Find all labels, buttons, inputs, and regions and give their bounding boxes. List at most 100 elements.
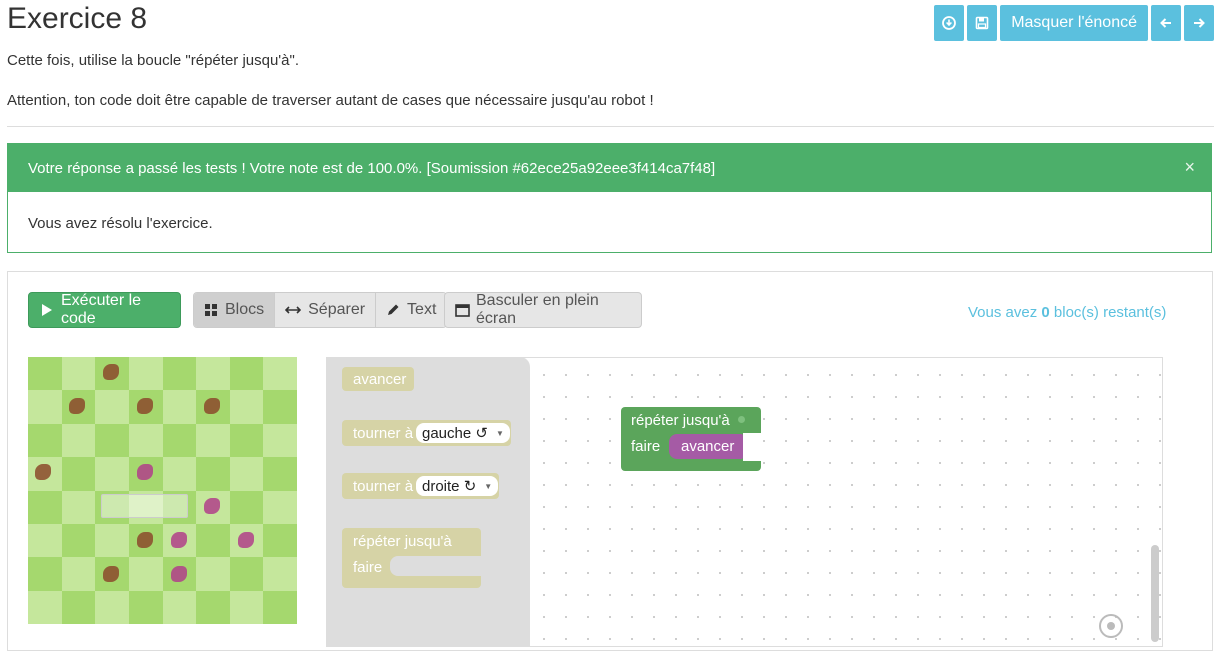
robot-sprite — [101, 494, 188, 518]
game-board — [28, 357, 297, 624]
board-cell — [263, 390, 297, 424]
board-cell — [28, 357, 62, 391]
creature-sprite — [103, 566, 119, 582]
board-cell — [196, 523, 230, 558]
remaining-blocks: Vous avez 0 bloc(s) restant(s) — [968, 304, 1167, 321]
close-icon[interactable]: × — [1184, 157, 1195, 178]
board-cell — [28, 557, 62, 591]
condition-slot-icon — [738, 416, 745, 423]
board-cell — [229, 490, 264, 524]
play-icon — [41, 303, 53, 317]
board-cell — [162, 457, 197, 491]
board-cell — [28, 390, 62, 424]
alert-body: Vous avez résolu l'exercice. — [28, 215, 213, 232]
board-cell — [128, 557, 163, 591]
arrow-left-icon — [1160, 17, 1172, 29]
grid-icon — [204, 303, 218, 317]
board-cell — [263, 557, 297, 591]
run-code-button[interactable]: Exécuter le code — [28, 292, 181, 328]
download-button[interactable] — [934, 5, 965, 41]
board-cell — [162, 390, 197, 424]
board-cell — [263, 590, 297, 624]
board-cell — [196, 557, 230, 591]
window-icon — [455, 303, 470, 317]
toolbox-block-repeat-until[interactable]: répéter jusqu'à faire — [342, 528, 481, 588]
recenter-icon[interactable] — [1099, 614, 1123, 638]
board-cell — [162, 423, 197, 458]
board-cell — [95, 423, 129, 458]
board-cell — [263, 523, 297, 558]
turn-right-dropdown[interactable]: droite ↻ ▼ — [416, 476, 499, 496]
tab-blocks[interactable]: Blocs — [194, 293, 276, 327]
board-cell — [162, 590, 197, 624]
toolbox-block-turn-right[interactable]: tourner à droite ↻ ▼ — [342, 473, 499, 499]
toolbox-block-forward[interactable]: avancer — [342, 367, 414, 391]
tab-text[interactable]: Text — [376, 293, 447, 327]
board-cell — [28, 590, 62, 624]
board-cell — [95, 457, 129, 491]
board-cell — [196, 590, 230, 624]
turn-left-dropdown[interactable]: gauche ↺ ▼ — [416, 423, 510, 443]
previous-button[interactable] — [1151, 5, 1181, 41]
board-cell — [162, 357, 197, 391]
alert-header: Votre réponse a passé les tests ! Votre … — [8, 144, 1211, 192]
creature-sprite — [103, 364, 119, 380]
board-cell — [28, 490, 62, 524]
board-cell — [61, 357, 96, 391]
divider — [7, 126, 1214, 127]
next-button[interactable] — [1184, 5, 1214, 41]
creature-sprite — [238, 532, 254, 548]
board-cell — [229, 357, 264, 391]
page-title: Exercice 8 — [7, 2, 148, 35]
creature-sprite — [35, 464, 51, 480]
split-arrows-icon — [285, 305, 302, 315]
save-button[interactable] — [967, 5, 998, 41]
board-cell — [61, 490, 96, 524]
board-cell — [263, 357, 297, 391]
arrow-right-icon — [1193, 17, 1205, 29]
board-cell — [28, 423, 62, 458]
success-alert: Votre réponse a passé les tests ! Votre … — [7, 143, 1212, 253]
board-cell — [28, 523, 62, 558]
board-cell — [128, 590, 163, 624]
board-cell — [61, 557, 96, 591]
fullscreen-label: Basculer en plein écran — [476, 292, 599, 327]
save-icon — [975, 16, 989, 30]
creature-sprite — [137, 398, 153, 414]
board-cell — [95, 390, 129, 424]
creature-sprite — [137, 464, 153, 480]
board-cell — [95, 523, 129, 558]
board-cell — [196, 423, 230, 458]
alert-message: Votre réponse a passé les tests ! Votre … — [28, 159, 716, 177]
fullscreen-button[interactable]: Basculer en plein écran — [444, 292, 642, 328]
board-cell — [196, 457, 230, 491]
creature-sprite — [171, 532, 187, 548]
remaining-count: 0 — [1041, 304, 1050, 321]
board-cell — [263, 423, 297, 458]
creature-sprite — [137, 532, 153, 548]
board-cell — [229, 557, 264, 591]
creature-sprite — [69, 398, 85, 414]
board-cell — [95, 590, 129, 624]
board-cell — [263, 457, 297, 491]
toolbox-block-turn-left[interactable]: tourner à gauche ↺ ▼ — [342, 420, 511, 446]
run-code-label: Exécuter le code — [61, 292, 142, 327]
board-cell — [128, 357, 163, 391]
statement-line-1: Cette fois, utilise la boucle "répéter j… — [7, 52, 300, 69]
workspace-block-forward[interactable]: avancer — [669, 434, 743, 459]
hide-statement-button[interactable]: Masquer l'énoncé — [1000, 5, 1148, 41]
board-cell — [263, 490, 297, 524]
statement-line-2: Attention, ton code doit être capable de… — [7, 92, 654, 109]
tab-split-label: Séparer — [308, 301, 366, 318]
board-cell — [229, 390, 264, 424]
board-cell — [61, 423, 96, 458]
creature-sprite — [204, 498, 220, 514]
workspace-scrollbar[interactable] — [1151, 545, 1159, 642]
tab-text-label: Text — [407, 301, 437, 318]
pencil-icon — [386, 303, 400, 317]
board-cell — [229, 590, 264, 624]
top-toolbar: Masquer l'énoncé — [934, 5, 1214, 41]
tab-split[interactable]: Séparer — [275, 293, 377, 327]
creature-sprite — [204, 398, 220, 414]
board-cell — [128, 423, 163, 458]
